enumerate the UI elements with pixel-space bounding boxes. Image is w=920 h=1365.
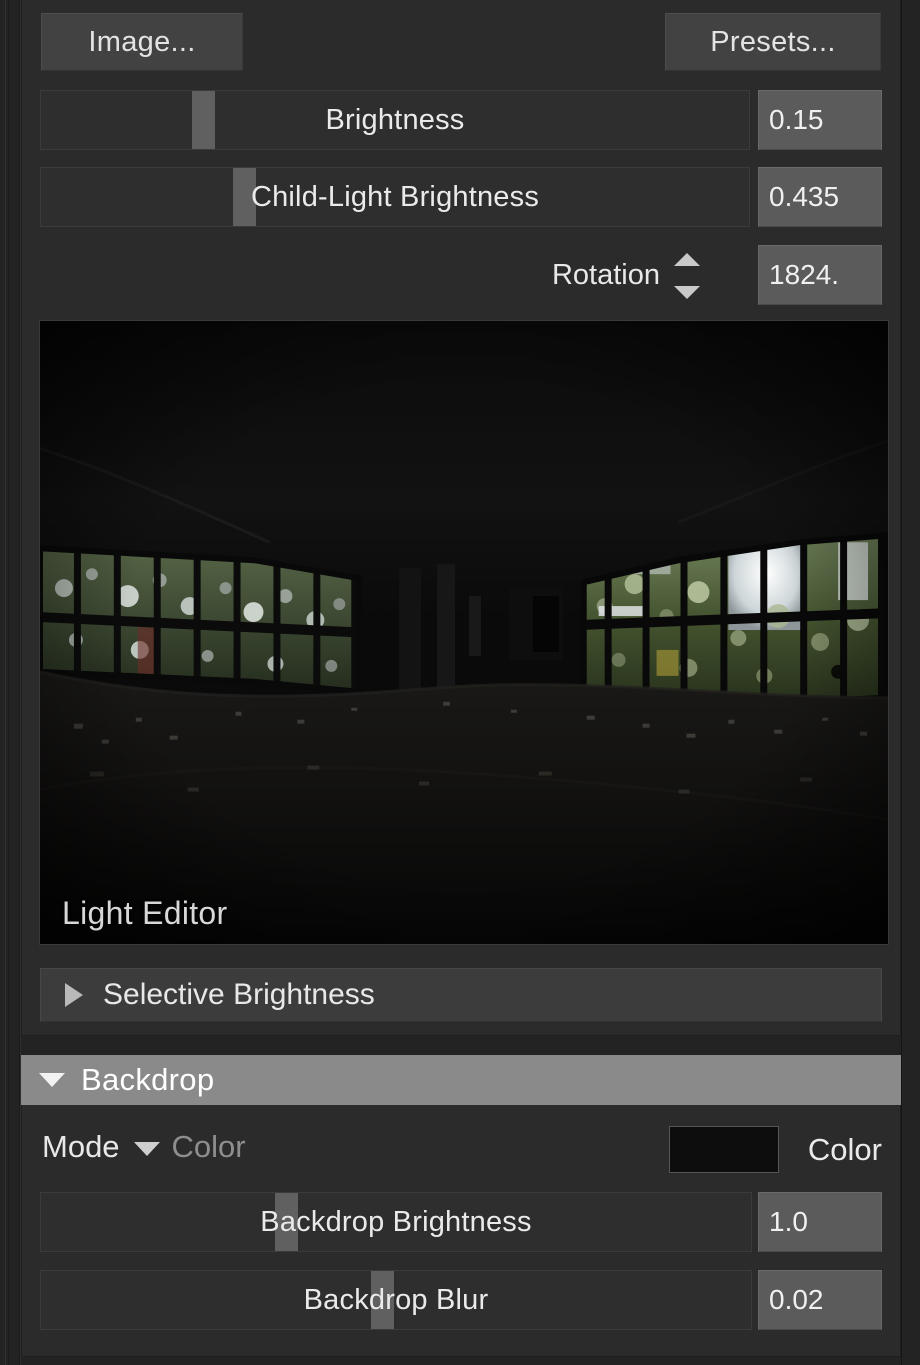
child-light-brightness-slider-handle[interactable]: [233, 168, 256, 226]
brightness-slider-handle[interactable]: [192, 91, 215, 149]
backdrop-brightness-value-field[interactable]: 1.0: [758, 1192, 882, 1252]
backdrop-brightness-slider-track: [41, 1193, 751, 1251]
panel-rail-right-gutter: [903, 0, 920, 1365]
panel-rail-left-shadow: [8, 0, 9, 1365]
triangle-down-icon[interactable]: [674, 286, 700, 299]
backdrop-brightness-slider[interactable]: Backdrop Brightness: [40, 1192, 752, 1252]
child-light-brightness-value-field[interactable]: 0.435: [758, 167, 882, 227]
child-light-brightness-slider[interactable]: Child-Light Brightness: [40, 167, 750, 227]
panel-rail-right-shadow: [901, 0, 902, 1365]
backdrop-blur-slider-handle[interactable]: [371, 1271, 394, 1329]
backdrop-color-swatch[interactable]: [669, 1126, 779, 1173]
rotation-row: Rotation 1824.: [40, 245, 882, 305]
backdrop-section-title: Backdrop: [81, 1062, 215, 1097]
panel-rail-left-outer: [5, 0, 6, 1365]
backdrop-blur-slider-track: [41, 1271, 751, 1329]
brightness-slider-track: [41, 91, 749, 149]
backdrop-blur-slider[interactable]: Backdrop Blur: [40, 1270, 752, 1330]
chevron-down-icon[interactable]: [133, 1142, 160, 1156]
backdrop-section-header[interactable]: Backdrop: [21, 1055, 901, 1105]
rotation-label: Rotation: [551, 258, 660, 291]
triangle-down-icon[interactable]: [39, 1073, 65, 1087]
selective-brightness-label: Selective Brightness: [103, 978, 375, 1011]
hdri-preview-image[interactable]: Light Editor: [39, 320, 889, 945]
light-environment-panel: Image... Presets... Brightness 0.15 Chil…: [0, 0, 920, 1365]
backdrop-color-label: Color: [807, 1131, 882, 1167]
brightness-value-field[interactable]: 0.15: [758, 90, 882, 150]
child-light-brightness-slider-track: [41, 168, 749, 226]
brightness-slider[interactable]: Brightness: [40, 90, 750, 150]
triangle-up-icon[interactable]: [674, 253, 700, 266]
presets-button[interactable]: Presets...: [665, 13, 881, 71]
selective-brightness-section-toggle[interactable]: Selective Brightness: [40, 968, 882, 1022]
light-editor-group: Image... Presets... Brightness 0.15 Chil…: [21, 0, 901, 1036]
hdri-panorama-graphic: [40, 321, 888, 944]
backdrop-mode-value: Color: [171, 1129, 246, 1164]
backdrop-mode-dropdown[interactable]: Mode Color: [42, 1123, 246, 1171]
backdrop-section-body: Mode Color Color Backdrop Brightness 1.0…: [21, 1105, 901, 1357]
rotation-spinner[interactable]: [672, 253, 702, 299]
backdrop-mode-label: Mode: [42, 1129, 120, 1164]
backdrop-blur-value-field[interactable]: 0.02: [758, 1270, 882, 1330]
triangle-right-icon[interactable]: [65, 983, 83, 1007]
image-button[interactable]: Image...: [41, 13, 243, 71]
rotation-value-field[interactable]: 1824.: [758, 245, 882, 305]
backdrop-brightness-slider-handle[interactable]: [275, 1193, 298, 1251]
